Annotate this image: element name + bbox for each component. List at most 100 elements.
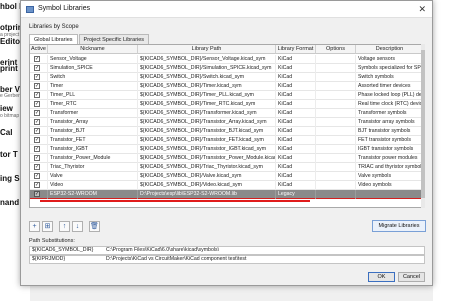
active-checkbox[interactable]: ✓ <box>34 128 40 134</box>
format-cell: Legacy <box>276 190 316 199</box>
table-row[interactable]: ✓ Transistor_Array ${KICAD6_SYMBOL_DIR}/Tr… <box>30 118 424 127</box>
nickname-cell: Transformer <box>48 109 138 118</box>
description-cell <box>356 190 424 199</box>
nickname-cell: Timer <box>48 82 138 91</box>
path-cell: ${KICAD6_SYMBOL_DIR}/Transformer.kicad_s… <box>138 109 276 118</box>
format-cell: KiCad <box>276 64 316 73</box>
remove-library-button[interactable]: 🗑 <box>89 221 100 232</box>
description-cell: Switch symbols <box>356 73 424 82</box>
options-cell <box>316 181 356 190</box>
table-row[interactable]: ✓ Switch ${KICAD6_SYMBOL_DIR}/Switch.kicad… <box>30 73 424 82</box>
options-cell <box>316 55 356 64</box>
options-cell <box>316 91 356 100</box>
close-icon[interactable]: ✕ <box>418 4 426 15</box>
column-header-path[interactable]: Library Path <box>138 45 276 54</box>
table-row[interactable]: ✓ Triac_Thyristor ${KICAD6_SYMBOL_DIR}/Tri… <box>30 163 424 172</box>
nickname-cell: Transistor_FET <box>48 136 138 145</box>
table-row[interactable]: ✓ Transistor_Power_Module ${KICAD6_SYMBOL_… <box>30 154 424 163</box>
options-cell <box>316 100 356 109</box>
description-cell: Transistor power modules <box>356 154 424 163</box>
active-checkbox[interactable]: ✓ <box>34 191 40 197</box>
active-cell: ✓ <box>30 136 48 145</box>
path-cell: ${KICAD6_SYMBOL_DIR}/Simulation_SPICE.ki… <box>138 64 276 73</box>
active-checkbox[interactable]: ✓ <box>34 164 40 170</box>
table-row[interactable]: ✓ Transistor_FET ${KICAD6_SYMBOL_DIR}/Tran… <box>30 136 424 145</box>
column-header-active[interactable]: Active <box>30 45 48 54</box>
active-checkbox[interactable]: ✓ <box>34 92 40 98</box>
table-row[interactable]: ✓ Transformer ${KICAD6_SYMBOL_DIR}/Transfo… <box>30 109 424 118</box>
format-cell: KiCad <box>276 100 316 109</box>
table-row[interactable]: ✓ Sensor_Voltage ${KICAD6_SYMBOL_DIR}/Sens… <box>30 55 424 64</box>
scope-label: Libraries by Scope <box>29 24 79 30</box>
active-checkbox[interactable]: ✓ <box>34 101 40 107</box>
move-down-button[interactable]: ↓ <box>72 221 83 232</box>
path-cell: ${KICAD6_SYMBOL_DIR}/Transistor_BJT.kica… <box>138 127 276 136</box>
options-cell <box>316 145 356 154</box>
tab-global-libraries[interactable]: Global Libraries <box>29 34 78 44</box>
table-row[interactable]: ✓ Timer_RTC ${KICAD6_SYMBOL_DIR}/Timer_RTC… <box>30 100 424 109</box>
active-cell: ✓ <box>30 91 48 100</box>
active-checkbox[interactable]: ✓ <box>34 182 40 188</box>
active-checkbox[interactable]: ✓ <box>34 137 40 143</box>
background-item-title: tor T <box>0 150 18 159</box>
format-cell: KiCad <box>276 91 316 100</box>
active-cell: ✓ <box>30 64 48 73</box>
move-up-button[interactable]: ↑ <box>59 221 70 232</box>
migrate-libraries-button[interactable]: Migrate Libraries <box>372 220 426 232</box>
table-row[interactable]: ✓ Timer_PLL ${KICAD6_SYMBOL_DIR}/Timer_PLL… <box>30 91 424 100</box>
app-icon <box>26 6 34 13</box>
background-item-title: print <box>0 64 18 73</box>
active-checkbox[interactable]: ✓ <box>34 173 40 179</box>
tab-project-libraries[interactable]: Project Specific Libraries <box>78 34 150 44</box>
add-library-button[interactable]: + <box>29 221 40 232</box>
description-cell: BJT transistor symbols <box>356 127 424 136</box>
table-row[interactable]: ✓ Timer ${KICAD6_SYMBOL_DIR}/Timer.kicad_s… <box>30 82 424 91</box>
nickname-cell: Switch <box>48 73 138 82</box>
options-cell <box>316 64 356 73</box>
table-row[interactable]: ✓ Simulation_SPICE ${KICAD6_SYMBOL_DIR}/Si… <box>30 64 424 73</box>
active-cell: ✓ <box>30 181 48 190</box>
path-cell: ${KICAD6_SYMBOL_DIR}/Timer.kicad_sym <box>138 82 276 91</box>
background-item-subtitle: o bitmap <box>0 113 20 119</box>
options-cell <box>316 154 356 163</box>
active-checkbox[interactable]: ✓ <box>34 155 40 161</box>
table-scrollbar[interactable] <box>421 44 425 208</box>
active-checkbox[interactable]: ✓ <box>34 83 40 89</box>
active-checkbox[interactable]: ✓ <box>34 146 40 152</box>
path-cell: D:\Projects\esp\lib\ESP32-S2-WROOM.lib <box>138 190 276 199</box>
scrollbar-thumb[interactable] <box>421 50 425 198</box>
cancel-button[interactable]: Cancel <box>398 272 425 282</box>
table-row[interactable]: ✓ ESP32-S2-WROOM D:\Projects\esp\lib\ESP32… <box>30 190 424 199</box>
nickname-cell: ESP32-S2-WROOM <box>48 190 138 199</box>
substitution-value: C:\Program Files\KiCad\6.0\share\kicad\s… <box>106 247 220 253</box>
browse-library-button[interactable]: ⊞ <box>42 221 53 232</box>
format-cell: KiCad <box>276 163 316 172</box>
options-cell <box>316 127 356 136</box>
description-cell: Assorted timer devices <box>356 82 424 91</box>
column-header-options[interactable]: Options <box>316 45 356 54</box>
active-checkbox[interactable]: ✓ <box>34 110 40 116</box>
active-checkbox[interactable]: ✓ <box>34 119 40 125</box>
format-cell: KiCad <box>276 127 316 136</box>
table-row[interactable]: ✓ Transistor_IGBT ${KICAD6_SYMBOL_DIR}/Tra… <box>30 145 424 154</box>
table-row[interactable]: ✓ Video ${KICAD6_SYMBOL_DIR}/Video.kicad_s… <box>30 181 424 190</box>
table-row[interactable]: ✓ Valve ${KICAD6_SYMBOL_DIR}/Valve.kicad_s… <box>30 172 424 181</box>
table-row[interactable]: ✓ Transistor_BJT ${KICAD6_SYMBOL_DIR}/Tran… <box>30 127 424 136</box>
substitution-value: D:\Projects\KiCad vs CircuitMaker\KiCad … <box>106 256 247 262</box>
nickname-cell: Transistor_BJT <box>48 127 138 136</box>
column-header-nickname[interactable]: Nickname <box>48 45 138 54</box>
active-checkbox[interactable]: ✓ <box>34 74 40 80</box>
path-cell: ${KICAD6_SYMBOL_DIR}/Sensor_Voltage.kica… <box>138 55 276 64</box>
path-cell: ${KICAD6_SYMBOL_DIR}/Timer_PLL.kicad_sym <box>138 91 276 100</box>
substitution-row: ${KICAD6_SYMBOL_DIR} C:\Program Files\Ki… <box>29 246 425 255</box>
active-checkbox[interactable]: ✓ <box>34 65 40 71</box>
format-cell: KiCad <box>276 109 316 118</box>
ok-button[interactable]: OK <box>368 272 395 282</box>
column-header-description[interactable]: Description <box>356 45 424 54</box>
active-checkbox[interactable]: ✓ <box>34 56 40 62</box>
column-header-format[interactable]: Library Format <box>276 45 316 54</box>
format-cell: KiCad <box>276 136 316 145</box>
nickname-cell: Valve <box>48 172 138 181</box>
description-cell: Phase locked loop (PLL) device <box>358 91 424 100</box>
path-cell: ${KICAD6_SYMBOL_DIR}/Valve.kicad_sym <box>138 172 276 181</box>
